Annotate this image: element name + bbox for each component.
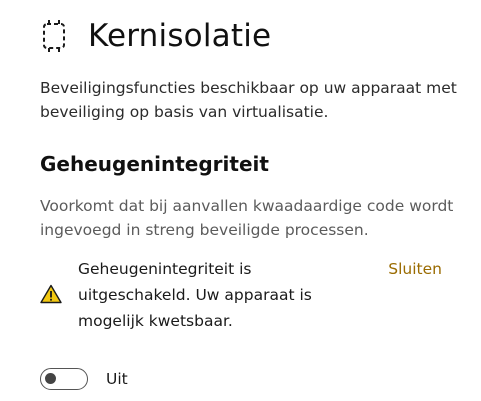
- memory-integrity-warning: Geheugenintegriteit is uitgeschakeld. Uw…: [40, 256, 450, 336]
- page-description: Beveiligingsfuncties beschikbaar op uw a…: [40, 79, 457, 121]
- memory-integrity-toggle-row: Uit: [40, 368, 128, 390]
- toggle-state-label: Uit: [106, 370, 128, 388]
- dismiss-warning-link[interactable]: Sluiten: [388, 256, 442, 282]
- memory-integrity-toggle[interactable]: [40, 368, 88, 390]
- warning-triangle-icon: [40, 284, 62, 304]
- memory-integrity-description: Voorkomt dat bij aanvallen kwaadaardige …: [40, 197, 454, 239]
- memory-integrity-heading: Geheugenintegriteit: [40, 152, 269, 176]
- page-title: Kernisolatie: [88, 18, 272, 54]
- core-isolation-chip-icon: [40, 18, 68, 54]
- page-header: Kernisolatie: [40, 16, 271, 56]
- warning-message: Geheugenintegriteit is uitgeschakeld. Uw…: [78, 260, 312, 330]
- toggle-knob: [45, 373, 56, 384]
